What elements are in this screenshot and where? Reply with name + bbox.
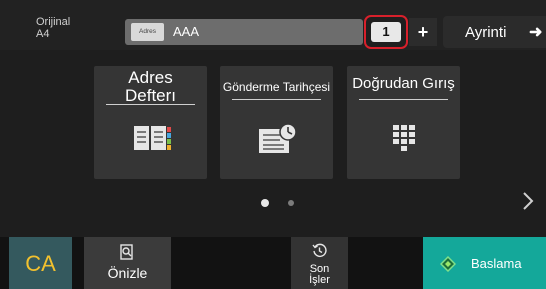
page-dot[interactable]: [288, 200, 294, 206]
copies-value[interactable]: 1: [371, 22, 401, 42]
send-history-icon: [259, 123, 297, 153]
history-icon: [312, 243, 327, 257]
address-book-icon: [134, 126, 171, 150]
start-icon: [440, 256, 456, 272]
start-button[interactable]: Baslama: [423, 237, 546, 289]
clear-all-button[interactable]: CA: [9, 237, 72, 289]
preview-icon: [120, 244, 133, 260]
copies-field[interactable]: 1: [364, 15, 408, 49]
detail-label: Ayrinti: [465, 24, 507, 41]
address-value[interactable]: AAA: [173, 24, 199, 39]
clear-all-label: CA: [25, 251, 56, 276]
keypad-icon: [393, 125, 415, 151]
tile-divider: [359, 99, 448, 100]
tile-address-book-title-line1: Adres: [128, 68, 173, 87]
tile-send-history-title: Gönderme Tarihçesi: [222, 80, 331, 94]
chevron-right-icon[interactable]: [518, 186, 538, 216]
tile-send-history[interactable]: Gönderme Tarihçesi: [220, 66, 333, 179]
tile-divider: [106, 104, 195, 105]
recent-jobs-label: Son İşler: [291, 264, 348, 286]
original-size: A4: [36, 28, 50, 40]
tile-address-book-title: Adres Defterı: [94, 69, 207, 105]
address-chip: Adres: [131, 23, 164, 41]
detail-button[interactable]: Ayrinti ➜: [443, 16, 546, 48]
arrow-right-icon: ➜: [529, 24, 543, 41]
start-label: Baslama: [471, 256, 522, 271]
tile-address-book[interactable]: Adres Defterı: [94, 66, 207, 179]
tile-divider: [232, 99, 321, 100]
main-screen: Orijinal A4 Adres AAA 1 + Ayrinti ➜ Adre…: [0, 0, 546, 289]
tile-address-book-title-line2: Defterı: [124, 86, 177, 105]
recent-jobs-label-line2: İşler: [309, 274, 330, 286]
tile-direct-entry-title: Doğrudan Gırış: [352, 75, 455, 92]
original-label: Orijinal: [36, 16, 71, 28]
recent-jobs-button[interactable]: Son İşler: [291, 237, 348, 289]
original-info: Orijinal A4: [36, 16, 70, 40]
tile-direct-entry[interactable]: Doğrudan Gırış: [347, 66, 460, 179]
preview-label: Önizle: [107, 265, 148, 281]
copies-plus-button[interactable]: +: [409, 18, 437, 46]
preview-button[interactable]: Önizle: [84, 237, 171, 289]
page-dot-active[interactable]: [261, 199, 269, 207]
